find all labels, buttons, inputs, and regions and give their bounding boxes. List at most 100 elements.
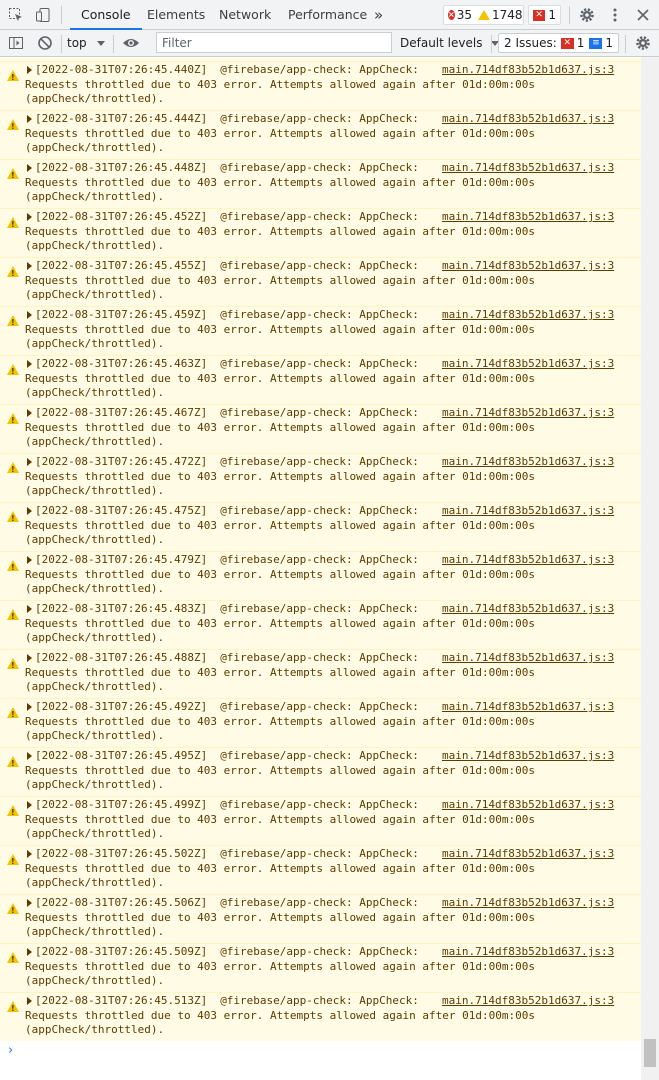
console-warning-message[interactable]: ! [2022-08-31T07:26:45.495Z] @firebase/app… (0, 747, 641, 796)
message-code: (appCheck/throttled). (25, 974, 165, 988)
source-link[interactable]: main.714df83b52b1d637.js:3 (442, 112, 614, 127)
scrollbar-thumb[interactable] (644, 1039, 656, 1067)
tab-elements[interactable]: Elements (147, 0, 205, 29)
issues-counter[interactable]: ✕ 1 (528, 5, 561, 25)
issues-button[interactable]: 2 Issues: ✕ 1 ≡ 1 (498, 33, 620, 53)
console-prompt[interactable]: › (0, 1041, 641, 1061)
source-link[interactable]: main.714df83b52b1d637.js:3 (442, 945, 614, 960)
toolbar-divider (61, 6, 62, 24)
source-link[interactable]: main.714df83b52b1d637.js:3 (442, 749, 614, 764)
message-code: (appCheck/throttled). (25, 288, 165, 302)
console-settings-gear-icon[interactable] (633, 33, 653, 53)
warning-icon: ! (7, 903, 19, 915)
source-link[interactable]: main.714df83b52b1d637.js:3 (442, 308, 614, 323)
source-link[interactable]: main.714df83b52b1d637.js:3 (442, 602, 614, 617)
console-warning-message[interactable]: ! [2022-08-31T07:26:45.440Z] @firebase/app… (0, 61, 641, 110)
console-warning-message[interactable]: ! [2022-08-31T07:26:45.509Z] @firebase/app… (0, 943, 641, 992)
console-counters[interactable]: × 35 1748 (443, 5, 524, 25)
console-warning-message[interactable]: ! [2022-08-31T07:26:45.463Z] @firebase/app… (0, 355, 641, 404)
context-selector[interactable]: top (67, 34, 105, 52)
message-tag: @firebase/app-check: AppCheck: (220, 847, 419, 860)
console-warning-message[interactable]: ! [2022-08-31T07:26:45.475Z] @firebase/app… (0, 502, 641, 551)
expand-triangle-icon[interactable] (27, 899, 32, 907)
warning-icon: ! (7, 462, 19, 474)
expand-triangle-icon[interactable] (27, 703, 32, 711)
console-warning-message[interactable]: ! [2022-08-31T07:26:45.479Z] @firebase/app… (0, 551, 641, 600)
console-warning-message[interactable]: ! [2022-08-31T07:26:45.459Z] @firebase/app… (0, 306, 641, 355)
source-link[interactable]: main.714df83b52b1d637.js:3 (442, 700, 614, 715)
expand-triangle-icon[interactable] (27, 458, 32, 466)
close-icon[interactable] (633, 5, 653, 25)
console-messages: ! [2022-08-31T07:26:45.440Z] @firebase/app… (0, 57, 641, 1080)
expand-triangle-icon[interactable] (27, 997, 32, 1005)
expand-triangle-icon[interactable] (27, 115, 32, 123)
console-warning-message[interactable]: ! [2022-08-31T07:26:45.492Z] @firebase/app… (0, 698, 641, 747)
expand-triangle-icon[interactable] (27, 360, 32, 368)
more-tabs-icon[interactable]: » (374, 0, 383, 29)
expand-triangle-icon[interactable] (27, 605, 32, 613)
source-link[interactable]: main.714df83b52b1d637.js:3 (442, 504, 614, 519)
log-levels-dropdown[interactable]: Default levels (400, 34, 500, 52)
scrollbar[interactable] (641, 57, 659, 1080)
expand-triangle-icon[interactable] (27, 409, 32, 417)
expand-triangle-icon[interactable] (27, 66, 32, 74)
message-text: Requests throttled due to 403 error. Att… (25, 420, 535, 434)
warning-icon: ! (7, 854, 19, 866)
console-warning-message[interactable]: ! [2022-08-31T07:26:45.455Z] @firebase/app… (0, 257, 641, 306)
expand-triangle-icon[interactable] (27, 213, 32, 221)
console-warning-message[interactable]: ! [2022-08-31T07:26:45.502Z] @firebase/app… (0, 845, 641, 894)
console-warning-message[interactable]: ! [2022-08-31T07:26:45.499Z] @firebase/app… (0, 796, 641, 845)
expand-triangle-icon[interactable] (27, 801, 32, 809)
console-warning-message[interactable]: ! [2022-08-31T07:26:45.513Z] @firebase/app… (0, 992, 641, 1041)
show-sidebar-icon[interactable] (6, 33, 26, 53)
source-link[interactable]: main.714df83b52b1d637.js:3 (442, 896, 614, 911)
console-warning-message[interactable]: ! [2022-08-31T07:26:45.452Z] @firebase/app… (0, 208, 641, 257)
clear-console-icon[interactable] (35, 33, 55, 53)
log-levels-label: Default levels (400, 36, 483, 50)
message-tag: @firebase/app-check: AppCheck: (220, 63, 419, 76)
source-link[interactable]: main.714df83b52b1d637.js:3 (442, 455, 614, 470)
source-link[interactable]: main.714df83b52b1d637.js:3 (442, 161, 614, 176)
device-toolbar-icon[interactable] (33, 5, 53, 25)
source-link[interactable]: main.714df83b52b1d637.js:3 (442, 651, 614, 666)
inspect-element-icon[interactable] (6, 5, 26, 25)
source-link[interactable]: main.714df83b52b1d637.js:3 (442, 994, 614, 1009)
source-link[interactable]: main.714df83b52b1d637.js:3 (442, 357, 614, 372)
filter-input[interactable] (156, 32, 392, 53)
expand-triangle-icon[interactable] (27, 507, 32, 515)
expand-triangle-icon[interactable] (27, 262, 32, 270)
tab-performance[interactable]: Performance (288, 0, 367, 29)
message-text: Requests throttled due to 403 error. Att… (25, 910, 535, 924)
settings-gear-icon[interactable] (577, 5, 597, 25)
expand-triangle-icon[interactable] (27, 556, 32, 564)
message-tag: @firebase/app-check: AppCheck: (220, 357, 419, 370)
source-link[interactable]: main.714df83b52b1d637.js:3 (442, 798, 614, 813)
source-link[interactable]: main.714df83b52b1d637.js:3 (442, 553, 614, 568)
console-warning-message[interactable]: ! [2022-08-31T07:26:45.483Z] @firebase/app… (0, 600, 641, 649)
console-warning-message[interactable]: ! [2022-08-31T07:26:45.467Z] @firebase/app… (0, 404, 641, 453)
expand-triangle-icon[interactable] (27, 850, 32, 858)
tab-console[interactable]: Console (70, 0, 142, 30)
source-link[interactable]: main.714df83b52b1d637.js:3 (442, 406, 614, 421)
source-link[interactable]: main.714df83b52b1d637.js:3 (442, 210, 614, 225)
source-link[interactable]: main.714df83b52b1d637.js:3 (442, 63, 614, 78)
expand-triangle-icon[interactable] (27, 752, 32, 760)
tab-network[interactable]: Network (219, 0, 271, 29)
console-warning-message[interactable]: ! [2022-08-31T07:26:45.448Z] @firebase/app… (0, 159, 641, 208)
more-options-icon[interactable] (605, 5, 625, 25)
source-link[interactable]: main.714df83b52b1d637.js:3 (442, 259, 614, 274)
warning-icon: ! (7, 364, 19, 376)
warning-icon: ! (7, 70, 19, 82)
console-warning-message[interactable]: ! [2022-08-31T07:26:45.488Z] @firebase/app… (0, 649, 641, 698)
expand-triangle-icon[interactable] (27, 311, 32, 319)
expand-triangle-icon[interactable] (27, 654, 32, 662)
expand-triangle-icon[interactable] (27, 948, 32, 956)
message-text: Requests throttled due to 403 error. Att… (25, 273, 535, 287)
eye-icon[interactable] (121, 33, 141, 53)
console-warning-message[interactable]: ! [2022-08-31T07:26:45.506Z] @firebase/app… (0, 894, 641, 943)
console-warning-message[interactable]: ! [2022-08-31T07:26:45.472Z] @firebase/app… (0, 453, 641, 502)
expand-triangle-icon[interactable] (27, 164, 32, 172)
message-timestamp: [2022-08-31T07:26:45.459Z] (35, 308, 208, 321)
source-link[interactable]: main.714df83b52b1d637.js:3 (442, 847, 614, 862)
console-warning-message[interactable]: ! [2022-08-31T07:26:45.444Z] @firebase/app… (0, 110, 641, 159)
